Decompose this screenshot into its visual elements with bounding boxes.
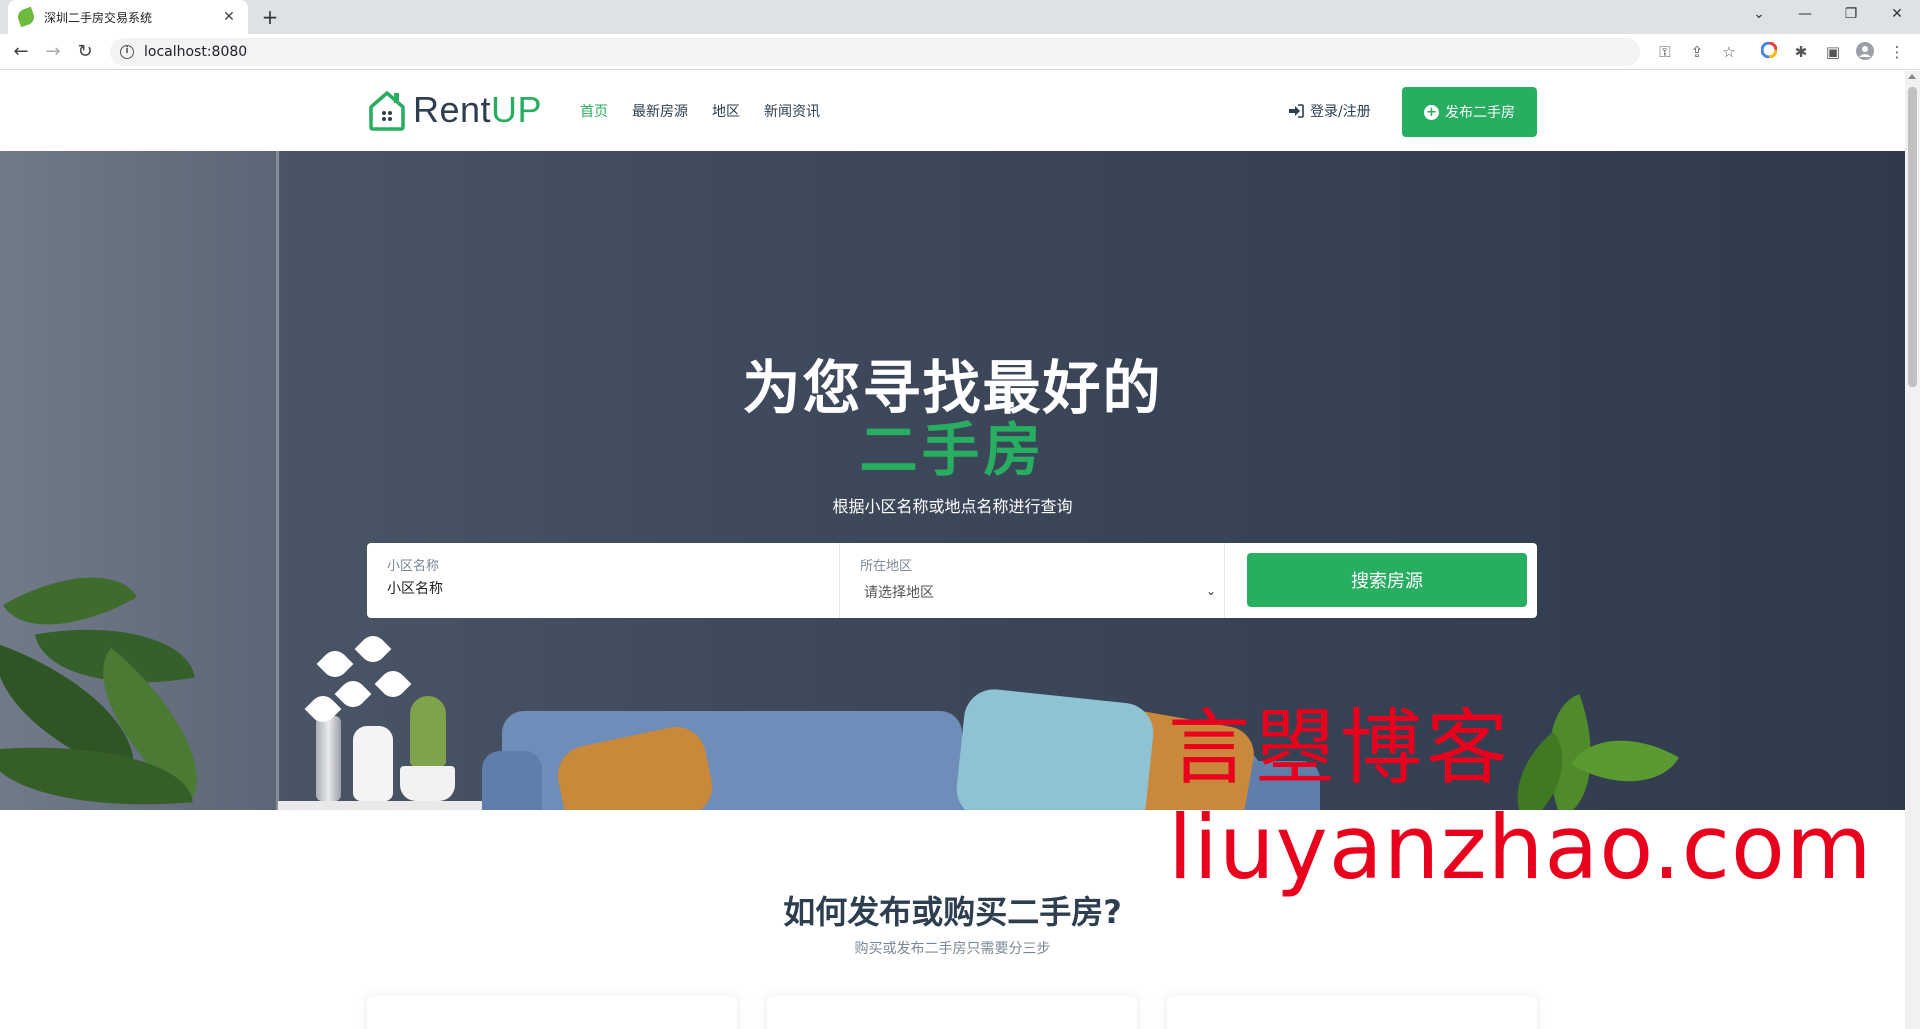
back-arrow-icon[interactable]: ← (9, 40, 33, 64)
nav-region[interactable]: 地区 (712, 101, 740, 121)
region-selected-value[interactable]: 请选择地区 (860, 582, 1204, 602)
publish-house-button[interactable]: + 发布二手房 (1402, 87, 1537, 137)
key-icon[interactable]: ⚿ (1655, 42, 1675, 62)
profile-icon[interactable] (1855, 42, 1875, 62)
blue-pillow (953, 686, 1157, 810)
window-close-icon[interactable]: ✕ (1874, 0, 1920, 30)
tab-title: 深圳二手房交易系统 (44, 10, 153, 25)
step-card (367, 996, 737, 1029)
nav-news[interactable]: 新闻资讯 (764, 101, 820, 121)
address-bar[interactable]: i localhost:8080 (110, 38, 1640, 66)
house-logo-icon (367, 89, 407, 131)
plus-circle-icon: + (1424, 104, 1439, 120)
region-select[interactable]: 所在地区 请选择地区 ⌄ (840, 543, 1225, 618)
info-icon[interactable]: i (120, 45, 134, 59)
reload-icon[interactable]: ↻ (73, 40, 97, 64)
main-nav: 首页 最新房源 地区 新闻资讯 (580, 101, 820, 121)
logo[interactable]: RentUP (367, 87, 542, 133)
site-header: RentUP 首页 最新房源 地区 新闻资讯 登录/注册 + 发布二手房 (0, 71, 1905, 151)
new-tab-button[interactable]: + (258, 5, 282, 29)
chevron-down-icon[interactable]: ⌄ (1736, 0, 1782, 30)
scrollbar-thumb[interactable] (1908, 87, 1917, 387)
nav-latest-listings[interactable]: 最新房源 (632, 101, 688, 121)
search-button[interactable]: 搜索房源 (1247, 553, 1527, 607)
minimize-icon[interactable]: — (1782, 0, 1828, 30)
sidepanel-icon[interactable]: ▣ (1823, 42, 1843, 62)
sign-in-icon (1289, 104, 1304, 118)
menu-kebab-icon[interactable]: ⋮ (1887, 42, 1907, 62)
login-label: 登录/注册 (1310, 104, 1371, 120)
puzzle-icon[interactable]: ✱ (1791, 42, 1811, 62)
plant-pot-image (400, 766, 455, 801)
address-toolbar: ← → ↻ i localhost:8080 ⚿ ⇪ ☆ ✱ ▣ ⋮ (0, 34, 1920, 70)
page-viewport: RentUP 首页 最新房源 地区 新闻资讯 登录/注册 + 发布二手房 为您寻… (0, 71, 1905, 1029)
watermark-en: liuyanzhao.com (1168, 796, 1873, 899)
share-icon[interactable]: ⇪ (1687, 42, 1707, 62)
publish-label: 发布二手房 (1445, 105, 1515, 121)
white-vase-image (353, 726, 393, 801)
hero-accent-title: 二手房 (859, 416, 1046, 484)
section-subtitle: 购买或发布二手房只需要分三步 (854, 941, 1051, 957)
tab-close-icon[interactable]: ✕ (220, 9, 238, 25)
step-card (767, 996, 1137, 1029)
login-register-link[interactable]: 登录/注册 (1288, 101, 1371, 121)
community-input[interactable]: 小区名称 (387, 578, 819, 598)
watermark-cn: 言曌博客 (1168, 701, 1513, 796)
forward-arrow-icon[interactable]: → (41, 40, 65, 64)
community-field[interactable]: 小区名称 小区名称 (367, 543, 840, 618)
sofa-arm-left (482, 751, 542, 810)
community-label: 小区名称 (387, 559, 440, 574)
logo-text: RentUP (413, 89, 543, 130)
hero-banner: 为您寻找最好的 二手房 根据小区名称或地点名称进行查询 小区名称 小区名称 所在… (0, 151, 1905, 810)
page-scrollbar[interactable] (1905, 71, 1920, 1029)
side-table-image (278, 801, 493, 810)
region-label: 所在地区 (860, 559, 913, 574)
hero-subtitle: 根据小区名称或地点名称进行查询 (832, 497, 1073, 516)
nav-home[interactable]: 首页 (580, 101, 608, 121)
maximize-icon[interactable]: ❐ (1828, 0, 1874, 30)
browser-tab[interactable]: 深圳二手房交易系统 ✕ (8, 0, 248, 34)
url-text: localhost:8080 (144, 44, 248, 60)
metal-vase-image (316, 716, 341, 801)
extension-color-icon[interactable] (1759, 41, 1779, 62)
leaf-favicon-icon (15, 6, 37, 28)
search-form: 小区名称 小区名称 所在地区 请选择地区 ⌄ 搜索房源 (367, 543, 1537, 618)
succulent-plant-image (410, 696, 446, 766)
chevron-down-icon[interactable]: ⌄ (1206, 584, 1216, 598)
star-icon[interactable]: ☆ (1719, 42, 1739, 62)
browser-tab-bar: 深圳二手房交易系统 ✕ + ⌄ — ❐ ✕ (0, 0, 1920, 34)
scroll-up-arrow-icon[interactable] (1908, 74, 1916, 79)
step-card (1167, 996, 1537, 1029)
